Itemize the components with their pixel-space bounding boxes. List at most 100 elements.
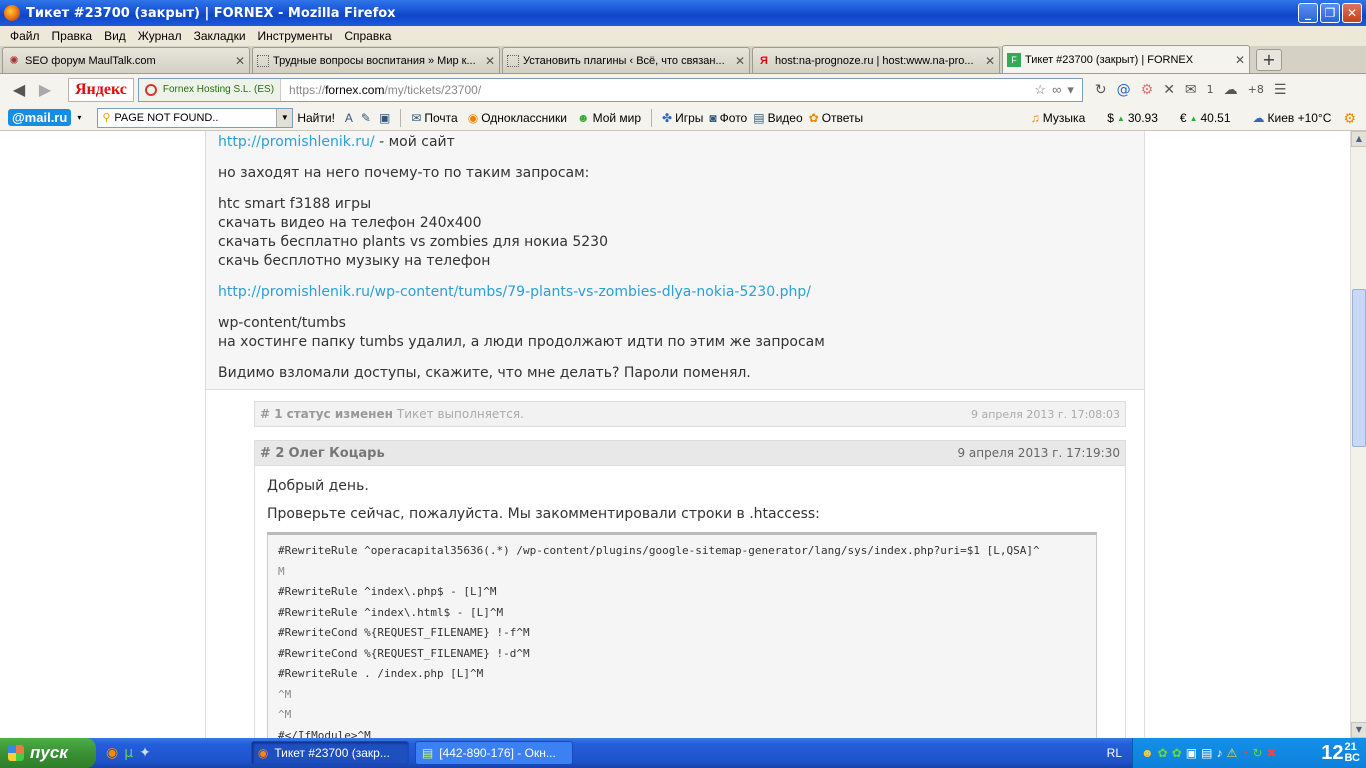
link-odnoklassniki[interactable]: ◉ Одноклассники <box>468 111 567 125</box>
link-otvety[interactable]: ✿ Ответы <box>809 111 864 125</box>
tray-icq-icon[interactable]: ✿ <box>1158 746 1168 760</box>
tab-maultalk[interactable]: ✺ SEO форум MaulTalk.com ✕ <box>2 47 250 73</box>
tray-warning-icon[interactable]: ⚠ <box>1226 746 1237 760</box>
reader-glasses-icon[interactable]: ∞ <box>1052 82 1061 98</box>
tray-chat-icon[interactable]: ☻ <box>1141 746 1154 760</box>
language-indicator[interactable]: RL <box>1107 746 1122 760</box>
mailru-logo-text: @mail.ru <box>12 110 68 125</box>
link-muzyka[interactable]: ♫ Музыка <box>1031 111 1085 125</box>
tray-flower-icon[interactable]: ✿ <box>1172 746 1182 760</box>
firefox-icon <box>4 5 20 21</box>
close-tab-icon[interactable]: ✕ <box>1235 53 1245 67</box>
reload-icon[interactable]: ↻ <box>1095 82 1107 98</box>
menu-bookmarks[interactable]: Закладки <box>188 29 252 43</box>
tray-antivirus-icon[interactable]: ◔ <box>1241 746 1248 760</box>
tab-label: host:na-prognoze.ru | host:www.na-pro... <box>775 54 974 67</box>
app-quicklaunch-icon[interactable]: ✦ <box>139 745 151 761</box>
close-tab-icon[interactable]: ✕ <box>235 54 245 68</box>
task-firefox[interactable]: ◉ Тикет #23700 (закр... <box>250 741 409 765</box>
tab-label: Тикет #23700 (закрыт) | FORNEX <box>1025 53 1194 66</box>
weather-cloud-icon[interactable]: ☁ <box>1224 82 1238 98</box>
minimize-button[interactable]: _ <box>1298 3 1318 23</box>
url-dropdown-icon[interactable]: ▾ <box>1067 82 1074 98</box>
mailru-toolbar: @mail.ru ▾ ⚲ PAGE NOT FOUND.. ▼ Найти! A… <box>0 105 1366 131</box>
link-moimir[interactable]: ☻ Мой мир <box>577 111 641 125</box>
highlight-icon[interactable]: ✎ <box>361 111 371 125</box>
tab-fornex-ticket[interactable]: F Тикет #23700 (закрыт) | FORNEX ✕ <box>1002 45 1250 73</box>
scroll-down-icon[interactable]: ▼ <box>1351 722 1366 738</box>
tab-vospitanie[interactable]: Трудные вопросы воспитания » Мир к... ✕ <box>252 47 500 73</box>
clock[interactable]: 12 21 ВС <box>1321 741 1360 765</box>
font-size-icon[interactable]: A <box>345 111 353 125</box>
site-identity[interactable]: Fornex Hosting S.L. (ES) <box>138 78 282 101</box>
toolbar-menu-icon[interactable]: ☰ <box>1274 82 1287 98</box>
vertical-scrollbar[interactable]: ▲ ▼ <box>1350 131 1366 738</box>
close-window-button[interactable]: ✕ <box>1342 3 1362 23</box>
stop-icon[interactable]: ✕ <box>1163 82 1175 98</box>
page-content: http://promishlenik.ru/ - мой сайт но за… <box>0 131 1350 738</box>
link-label: Почта <box>424 110 458 125</box>
scroll-thumb[interactable] <box>1352 289 1366 447</box>
url-text[interactable]: https://fornex.com/my/tickets/23700/ <box>281 83 1034 97</box>
spam-page-link[interactable]: http://promishlenik.ru/wp-content/tumbs/… <box>218 284 811 300</box>
link-pochta[interactable]: ✉ Почта <box>411 111 457 125</box>
site-link[interactable]: http://promishlenik.ru/ <box>218 134 375 150</box>
utorrent-quicklaunch-icon[interactable]: µ <box>124 745 133 761</box>
eur-rate[interactable]: € ▲ 40.51 <box>1180 111 1231 125</box>
mailru-logo[interactable]: @mail.ru <box>8 109 72 126</box>
event-text: Тикет выполняется. <box>396 407 524 421</box>
firefox-quicklaunch-icon[interactable]: ◉ <box>106 745 118 761</box>
menu-view[interactable]: Вид <box>98 29 132 43</box>
tray-volume-icon[interactable]: ♪ <box>1216 746 1222 760</box>
menu-edit[interactable]: Правка <box>46 29 99 43</box>
page-view-icon[interactable]: ▣ <box>379 111 390 125</box>
menu-tools[interactable]: Инструменты <box>252 29 339 43</box>
code-line: #</IfModule>^M <box>278 728 371 739</box>
weather[interactable]: ☁ Киев +10°C <box>1253 111 1332 125</box>
games-icon: ✤ <box>662 110 673 125</box>
forward-button[interactable]: ▶ <box>32 77 58 103</box>
back-button[interactable]: ◀ <box>6 77 32 103</box>
yandex-logo[interactable]: Яндекс <box>68 77 134 102</box>
mailru-search-input[interactable]: ⚲ PAGE NOT FOUND.. ▼ <box>97 107 294 128</box>
menu-history[interactable]: Журнал <box>132 29 188 43</box>
new-tab-button[interactable]: + <box>1256 49 1282 71</box>
query-item: скачать бесплатно plants vs zombies для … <box>218 234 608 250</box>
tray-update-icon[interactable]: ↻ <box>1252 746 1262 760</box>
code-line: M <box>278 564 285 578</box>
answers-icon: ✿ <box>808 110 819 125</box>
mail-at-icon[interactable]: @ <box>1117 82 1131 98</box>
code-line: ^M <box>278 708 292 721</box>
task-label: [442-890-176] - Окн... <box>439 746 556 760</box>
link-video[interactable]: ▤ Видео <box>753 111 802 125</box>
usd-rate[interactable]: $ ▲ 30.93 <box>1107 111 1158 125</box>
mail-envelope-icon[interactable]: ✉ <box>1185 82 1197 98</box>
link-foto[interactable]: ◙ Фото <box>709 111 747 125</box>
menu-file[interactable]: Файл <box>4 29 46 43</box>
mail-icon: ✉ <box>411 110 422 125</box>
menu-help[interactable]: Справка <box>338 29 397 43</box>
addon-icon[interactable]: ⚙ <box>1141 82 1154 98</box>
settings-gear-icon[interactable]: ⚙ <box>1343 110 1356 127</box>
maximize-button[interactable]: ❐ <box>1320 3 1340 23</box>
mailru-dropdown-icon[interactable]: ▾ <box>77 113 81 122</box>
tab-na-prognoze[interactable]: Я host:na-prognoze.ru | host:www.na-pro.… <box>752 47 1000 73</box>
tab-plugins[interactable]: Установить плагины ‹ Всё, что связан... … <box>502 47 750 73</box>
url-bar[interactable]: Fornex Hosting S.L. (ES) https://fornex.… <box>137 77 1083 102</box>
link-igry[interactable]: ✤ Игры <box>662 111 703 125</box>
close-tab-icon[interactable]: ✕ <box>485 54 495 68</box>
tray-close-icon[interactable]: ✖ <box>1267 746 1277 760</box>
start-button[interactable]: пуск <box>0 738 96 768</box>
tray-network-icon[interactable]: ▣ <box>1186 746 1197 760</box>
query-item: htc smart f3188 игры <box>218 196 372 212</box>
bookmark-star-icon[interactable]: ☆ <box>1034 82 1046 98</box>
tray-display-icon[interactable]: ▤ <box>1201 746 1212 760</box>
weather-delta: +8 <box>1247 83 1264 96</box>
scroll-up-icon[interactable]: ▲ <box>1351 131 1366 147</box>
task-window[interactable]: ▤ [442-890-176] - Окн... <box>414 741 573 765</box>
close-tab-icon[interactable]: ✕ <box>985 54 995 68</box>
search-dropdown-icon[interactable]: ▼ <box>276 108 293 127</box>
quick-launch: ◉ µ ✦ <box>106 745 151 761</box>
find-button[interactable]: Найти! <box>297 111 335 125</box>
close-tab-icon[interactable]: ✕ <box>735 54 745 68</box>
